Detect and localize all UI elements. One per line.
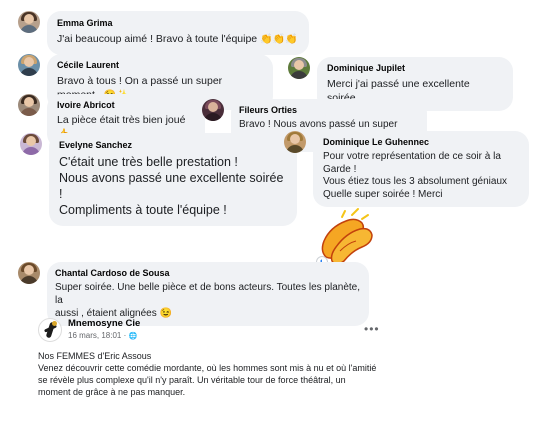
more-options-icon[interactable]: ••• bbox=[364, 322, 380, 336]
clapping-emoji: 👏👏👏 bbox=[260, 34, 298, 45]
comment-bubble: Emma Grima J'ai beaucoup aimé ! Bravo à … bbox=[47, 11, 309, 55]
shared-post: Mnemosyne Cie 16 mars, 18:01 · 🌐 Nos FEM… bbox=[38, 318, 398, 398]
comment-line: Compliments à toute l'équipe ! bbox=[59, 203, 227, 217]
comment-evelyne-sanchez: Evelyne Sanchez C'était une très belle p… bbox=[20, 133, 297, 226]
post-text: Nos FEMMES d'Eric Assous Venez découvrir… bbox=[38, 350, 398, 398]
avatar[interactable] bbox=[18, 11, 40, 33]
comment-text: J'ai beaucoup aimé ! Bravo à toute l'équ… bbox=[57, 33, 298, 45]
post-title: Nos FEMMES d'Eric Assous bbox=[38, 351, 152, 361]
avatar[interactable] bbox=[18, 54, 40, 76]
avatar[interactable] bbox=[18, 94, 40, 116]
post-header: Mnemosyne Cie 16 mars, 18:01 · 🌐 bbox=[38, 318, 398, 342]
comment-line: Nous avons passé une excellente soirée ! bbox=[59, 171, 284, 201]
comment-line: Quelle super soirée ! Merci bbox=[323, 188, 443, 200]
post-line: Venez découvrir cette comédie mordante, … bbox=[38, 363, 377, 373]
avatar[interactable] bbox=[18, 262, 40, 284]
post-line: moment de grâce à ne pas manquer. bbox=[38, 387, 186, 397]
comment-bubble: Chantal Cardoso de Sousa Super soirée. U… bbox=[47, 262, 369, 326]
comment-line: Vous étiez tous les 3 absolument géniaux bbox=[323, 176, 508, 187]
avatar[interactable] bbox=[20, 133, 42, 155]
globe-icon: 🌐 bbox=[128, 333, 138, 340]
comment-dominique-le-guhennec: Dominique Le Guhennec Pour votre représe… bbox=[284, 131, 529, 207]
comment-author[interactable]: Ivoire Abricot bbox=[57, 99, 195, 111]
comment-line: Super soirée. Une belle pièce et de bons… bbox=[55, 282, 361, 306]
comment-author[interactable]: Dominique Jupilet bbox=[327, 62, 503, 74]
comment-emma-grima: Emma Grima J'ai beaucoup aimé ! Bravo à … bbox=[18, 11, 309, 55]
comment-bubble: Evelyne Sanchez C'était une très belle p… bbox=[49, 133, 297, 226]
avatar[interactable] bbox=[284, 131, 306, 153]
comment-author[interactable]: Emma Grima bbox=[57, 17, 299, 29]
avatar[interactable] bbox=[202, 99, 224, 121]
comment-author[interactable]: Cécile Laurent bbox=[57, 59, 263, 71]
post-line: se révèle plus complexe qu'il n'y paraît… bbox=[38, 375, 346, 385]
comment-line: Pour votre représentation de ce soir à l… bbox=[323, 151, 501, 162]
comment-author[interactable]: Fileurs Orties bbox=[239, 104, 419, 116]
avatar[interactable] bbox=[288, 57, 310, 79]
comment-author[interactable]: Evelyne Sanchez bbox=[59, 139, 287, 151]
comment-author[interactable]: Dominique Le Guhennec bbox=[323, 136, 519, 148]
page-name[interactable]: Mnemosyne Cie bbox=[68, 318, 140, 330]
comment-line: C'était une très belle prestation ! bbox=[59, 155, 238, 169]
comment-chantal-cardoso: Chantal Cardoso de Sousa Super soirée. U… bbox=[18, 262, 369, 326]
page-avatar[interactable] bbox=[38, 318, 62, 342]
post-timestamp[interactable]: 16 mars, 18:01 · 🌐 bbox=[68, 330, 140, 342]
comment-bubble: Dominique Le Guhennec Pour votre représe… bbox=[313, 131, 529, 207]
comment-author[interactable]: Chantal Cardoso de Sousa bbox=[55, 267, 361, 279]
comment-line: Garde ! bbox=[323, 163, 357, 175]
